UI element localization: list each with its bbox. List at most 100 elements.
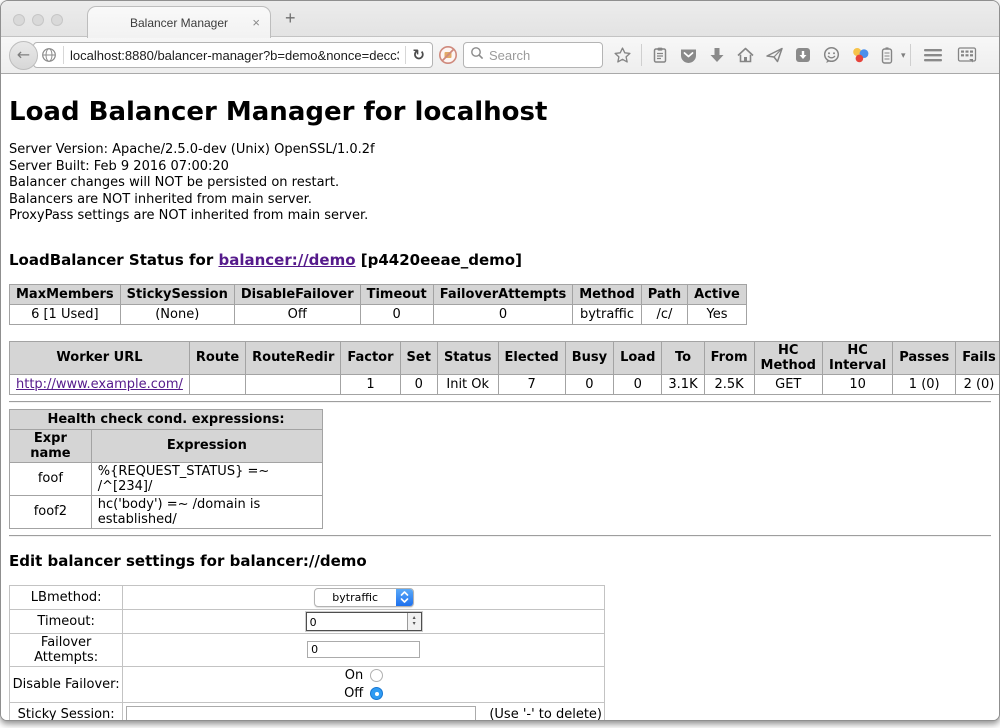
square-download-icon[interactable] xyxy=(794,46,812,64)
notice-line: Balancer changes will NOT be persisted o… xyxy=(9,175,991,192)
col-disablefailover: DisableFailover xyxy=(234,284,360,304)
chat-smiley-icon[interactable] xyxy=(822,46,841,64)
worker-table: Worker URL Route RouteRedir Factor Set S… xyxy=(9,341,999,395)
server-version-line: Server Version: Apache/2.5.0-dev (Unix) … xyxy=(9,142,991,159)
lbmethod-selected-value: bytraffic xyxy=(315,591,396,604)
col-maxmembers: MaxMembers xyxy=(10,284,121,304)
browser-tab[interactable]: Balancer Manager × xyxy=(87,6,271,38)
table-row: http://www.example.com/ 1 0 Init Ok 7 0 … xyxy=(10,374,1000,394)
col-path: Path xyxy=(641,284,687,304)
number-spinner-icon[interactable]: ▴▾ xyxy=(407,613,421,630)
balancer-demo-link[interactable]: balancer://demo xyxy=(218,251,355,269)
radio-off[interactable] xyxy=(370,687,383,700)
status-heading-suffix: [p4420eeae_demo] xyxy=(356,251,522,269)
table-row: foof %{REQUEST_STATUS} =~ /^[234]/ xyxy=(10,462,323,495)
lbmethod-label: LBmethod: xyxy=(10,585,123,609)
sticky-session-label: Sticky Session: xyxy=(10,702,123,721)
reload-icon[interactable]: ↻ xyxy=(412,46,425,64)
battery-icon[interactable] xyxy=(880,46,894,65)
back-button[interactable]: ← xyxy=(9,41,38,70)
radio-on[interactable] xyxy=(370,669,383,682)
window-controls xyxy=(13,14,63,26)
new-tab-button[interactable]: + xyxy=(285,8,296,29)
select-stepper-icon xyxy=(396,589,413,606)
failover-attempts-input[interactable] xyxy=(307,641,420,658)
colored-dots-icon[interactable] xyxy=(851,46,870,64)
col-worker-url: Worker URL xyxy=(10,341,190,374)
notice-line: Balancers are NOT inherited from main se… xyxy=(9,192,991,209)
balancer-status-table: MaxMembers StickySession DisableFailover… xyxy=(9,284,747,325)
table-header-row: Expr name Expression xyxy=(10,429,323,462)
clipboard-icon[interactable] xyxy=(651,46,669,64)
send-icon[interactable] xyxy=(765,46,784,64)
form-row-lbmethod: LBmethod: bytraffic xyxy=(10,585,605,609)
chevron-down-icon[interactable]: ▾ xyxy=(901,50,906,61)
navigation-toolbar: ← localhost:8880/balancer-manager?b=demo… xyxy=(1,37,999,74)
zoom-window-button[interactable] xyxy=(51,14,63,26)
table-row: foof2 hc('body') =~ /domain is establish… xyxy=(10,495,323,528)
page-content: Load Balancer Manager for localhost Serv… xyxy=(1,74,999,721)
pocket-icon[interactable] xyxy=(679,46,698,64)
server-info: Server Version: Apache/2.5.0-dev (Unix) … xyxy=(9,142,991,225)
col-stickysession: StickySession xyxy=(120,284,234,304)
url-bar[interactable]: localhost:8880/balancer-manager?b=demo&n… xyxy=(33,42,433,68)
form-row-sticky: Sticky Session: (Use '-' to delete) xyxy=(10,702,605,721)
failover-attempts-label: Failover Attempts: xyxy=(10,633,123,666)
search-bar[interactable]: Search xyxy=(463,42,603,68)
worker-url-link[interactable]: http://www.example.com/ xyxy=(16,377,183,392)
col-expression: Expression xyxy=(91,429,322,462)
loadbalancer-status-heading: LoadBalancer Status for balancer://demo … xyxy=(9,251,991,269)
table-header-row: Worker URL Route RouteRedir Factor Set S… xyxy=(10,341,1000,374)
server-built-line: Server Built: Feb 9 2016 07:00:20 xyxy=(9,159,991,176)
col-timeout: Timeout xyxy=(360,284,433,304)
hamburger-menu-icon[interactable] xyxy=(923,47,943,63)
search-icon xyxy=(470,46,484,65)
divider xyxy=(9,535,991,537)
toolbar-divider xyxy=(641,44,642,66)
lbmethod-select[interactable]: bytraffic xyxy=(314,588,414,607)
sticky-session-note: (Use '-' to delete) xyxy=(489,707,602,722)
blocked-content-icon[interactable] xyxy=(438,45,458,65)
minimize-window-button[interactable] xyxy=(32,14,44,26)
table-row: 6 [1 Used] (None) Off 0 0 bytraffic /c/ … xyxy=(10,304,747,324)
close-window-button[interactable] xyxy=(13,14,25,26)
tab-title: Balancer Manager xyxy=(130,16,228,30)
timeout-input[interactable]: 0 ▴▾ xyxy=(306,612,422,631)
browser-window: Balancer Manager × + ← localhost:8880/ba… xyxy=(0,0,1000,721)
home-icon[interactable] xyxy=(736,46,755,64)
form-row-disable-failover: Disable Failover: On Off xyxy=(10,666,605,702)
download-arrow-icon[interactable] xyxy=(708,46,726,64)
edit-settings-heading: Edit balancer settings for balancer://de… xyxy=(9,552,991,570)
sticky-session-input[interactable] xyxy=(126,706,476,722)
notice-line: ProxyPass settings are NOT inherited fro… xyxy=(9,208,991,225)
health-check-table: Health check cond. expressions: Expr nam… xyxy=(9,409,323,529)
star-icon[interactable] xyxy=(613,46,632,65)
urlbar-divider xyxy=(63,46,64,64)
globe-icon xyxy=(41,47,57,63)
tab-close-icon[interactable]: × xyxy=(252,15,260,30)
edit-balancer-form: LBmethod: bytraffic Timeout: 0 ▴▾ xyxy=(9,585,605,722)
col-failoverattempts: FailoverAttempts xyxy=(433,284,573,304)
divider xyxy=(9,401,991,403)
disable-failover-radios: On Off xyxy=(344,668,383,701)
timeout-label: Timeout: xyxy=(10,609,123,633)
url-text: localhost:8880/balancer-manager?b=demo&n… xyxy=(70,48,399,63)
page-title: Load Balancer Manager for localhost xyxy=(9,74,991,127)
search-placeholder: Search xyxy=(489,48,530,63)
table-header-row: MaxMembers StickySession DisableFailover… xyxy=(10,284,747,304)
table-header-row: Health check cond. expressions: xyxy=(10,409,323,429)
col-method: Method xyxy=(573,284,641,304)
disable-failover-label: Disable Failover: xyxy=(10,666,123,702)
form-row-timeout: Timeout: 0 ▴▾ xyxy=(10,609,605,633)
timeout-value: 0 xyxy=(307,613,407,630)
col-active: Active xyxy=(688,284,747,304)
form-row-failover: Failover Attempts: xyxy=(10,633,605,666)
col-expr-name: Expr name xyxy=(10,429,92,462)
radio-off-label: Off xyxy=(344,686,363,701)
tab-bar: Balancer Manager × + xyxy=(1,1,999,37)
health-table-title: Health check cond. expressions: xyxy=(10,409,323,429)
toolbar-divider xyxy=(910,44,911,66)
grid-icon[interactable] xyxy=(957,46,977,64)
urlbar-divider xyxy=(405,46,406,64)
radio-on-label: On xyxy=(345,668,363,683)
